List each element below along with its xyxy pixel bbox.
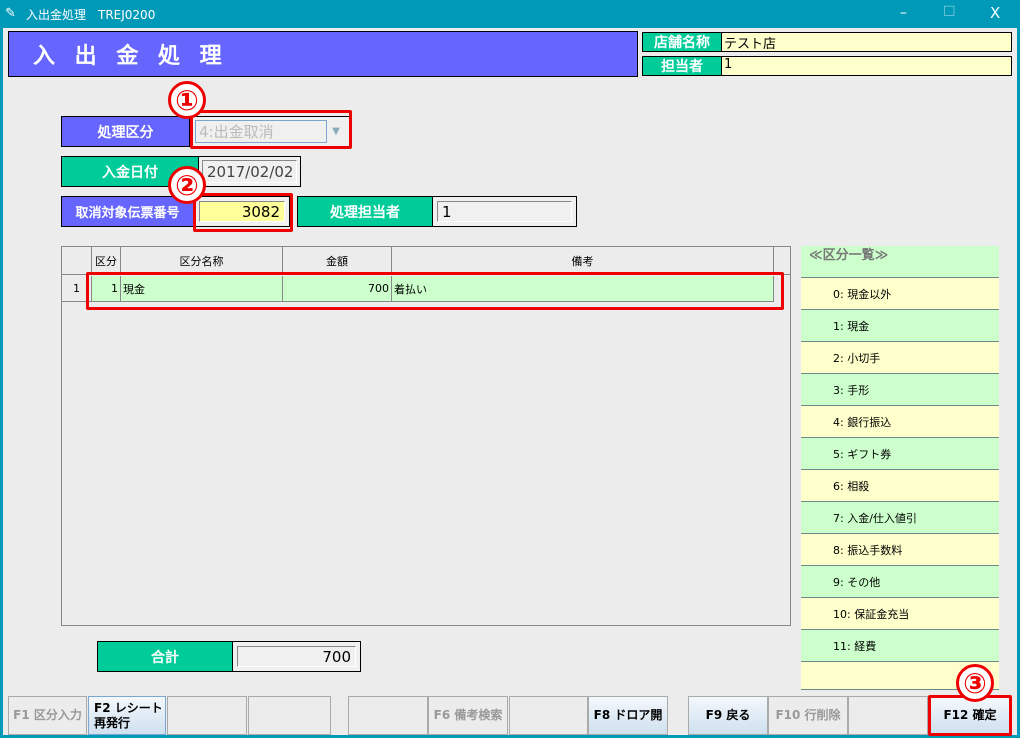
f2-label-1: F2 レシート	[94, 700, 163, 715]
date-field[interactable]: 2017/02/02	[198, 156, 301, 187]
annotation-3: ③	[956, 664, 994, 702]
category-list-item: 10: 保証金充当	[801, 598, 999, 630]
f11-button[interactable]	[848, 696, 928, 735]
f8-button[interactable]: F8 ドロア開	[588, 696, 668, 735]
category-list-item: 5: ギフト券	[801, 438, 999, 470]
highlight-box-2	[193, 193, 293, 232]
header-amount[interactable]: 金額	[283, 247, 392, 274]
highlight-box-1	[190, 110, 352, 149]
header-code[interactable]: 区分	[92, 247, 121, 274]
category-list-panel: ≪区分一覧≫	[801, 246, 999, 278]
maximize-button[interactable]: ☐	[943, 4, 956, 20]
staff-label: 担当者	[642, 56, 722, 76]
category-list-item: 0: 現金以外	[801, 278, 999, 310]
app-icon: ✎	[5, 6, 16, 21]
total-value: 700	[237, 646, 356, 667]
category-list-item: 2: 小切手	[801, 342, 999, 374]
category-list-item: 3: 手形	[801, 374, 999, 406]
header-name[interactable]: 区分名称	[121, 247, 283, 274]
slip-label: 取消対象伝票番号	[61, 196, 194, 227]
f7-button[interactable]	[509, 696, 588, 735]
date-value: 2017/02/02	[202, 160, 297, 183]
handler-label: 処理担当者	[297, 196, 433, 227]
header-rownum	[62, 247, 92, 274]
handler-input[interactable]: 1	[432, 196, 577, 227]
f6-button[interactable]: F6 備考検索	[428, 696, 508, 735]
f3-button[interactable]	[167, 696, 247, 735]
category-list-item: 6: 相殺	[801, 470, 999, 502]
title-bar: ✎ 入出金処理 TREJ0200 – ☐ X	[0, 0, 1020, 28]
category-list-item: 11: 経費	[801, 630, 999, 662]
type-label: 処理区分	[61, 116, 190, 147]
page-title-text: 入 出 金 処 理	[33, 44, 228, 69]
store-value: テスト店	[721, 32, 1012, 52]
f1-button[interactable]: F1 区分入力	[8, 696, 87, 735]
page-title: 入 出 金 処 理	[8, 31, 638, 77]
category-list-item: 8: 振込手数料	[801, 534, 999, 566]
store-label: 店舗名称	[642, 32, 722, 52]
grid-header: 区分 区分名称 金額 備考	[62, 247, 790, 275]
annotation-1: ①	[168, 81, 206, 119]
handler-value: 1	[437, 201, 572, 222]
category-list-item: 7: 入金/仕入値引	[801, 502, 999, 534]
f4-button[interactable]	[248, 696, 331, 735]
window-title: 入出金処理 TREJ0200	[26, 8, 156, 22]
f5-button[interactable]	[348, 696, 428, 735]
header-note[interactable]: 備考	[392, 247, 774, 274]
minimize-button[interactable]: –	[900, 5, 907, 21]
category-list-item: 4: 銀行振込	[801, 406, 999, 438]
close-button[interactable]: X	[990, 4, 1000, 22]
f10-button[interactable]: F10 行削除	[768, 696, 848, 735]
total-field: 700	[232, 641, 361, 672]
category-list-item: 1: 現金	[801, 310, 999, 342]
f2-button[interactable]: F2 レシート 再発行	[88, 696, 166, 735]
category-list-title: ≪区分一覧≫	[809, 248, 889, 263]
staff-value: 1	[721, 56, 1012, 76]
annotation-2: ②	[168, 166, 206, 204]
f2-label-2: 再発行	[94, 715, 131, 730]
total-label: 合計	[97, 641, 233, 672]
category-list-item: 9: その他	[801, 566, 999, 598]
highlight-box-row	[86, 272, 784, 310]
f9-button[interactable]: F9 戻る	[688, 696, 768, 735]
